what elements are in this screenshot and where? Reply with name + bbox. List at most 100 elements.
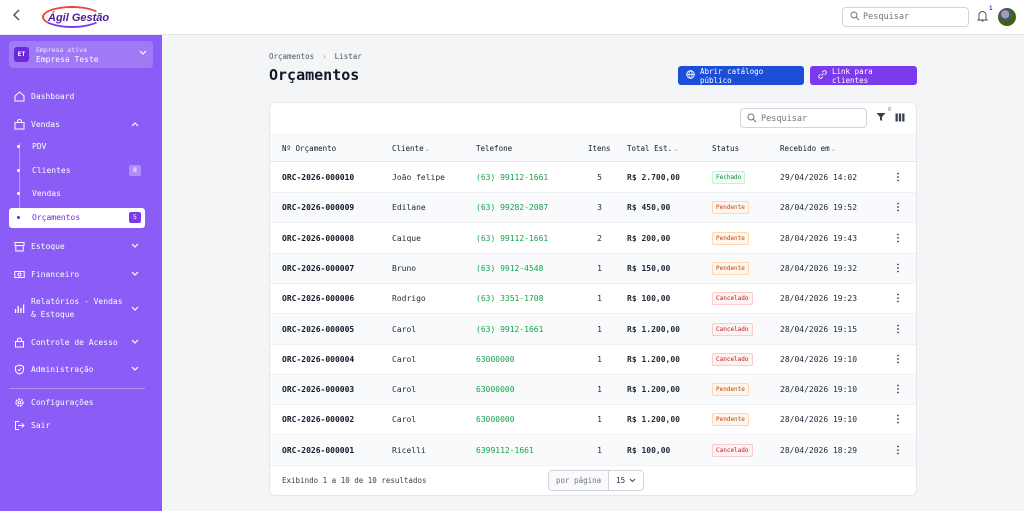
sidebar-subitem-pdv[interactable]: PDV [9, 137, 145, 157]
breadcrumb-item-orcamentos[interactable]: Orçamentos [269, 52, 314, 61]
cell-cliente: Carol [392, 385, 417, 395]
status-badge: Cancelado [712, 292, 753, 306]
column-header-status: Status [712, 144, 740, 153]
company-label: Empresa ativa [36, 46, 87, 54]
company-selector[interactable]: ET Empresa ativa Empresa Teste [9, 41, 153, 68]
table-row[interactable]: ORC-2026-000003 Carol 63000000 1 R$ 1.200,00… [270, 375, 916, 406]
sort-icon: ⌵ [674, 146, 678, 153]
bell-icon[interactable] [976, 10, 989, 25]
bullet-icon [17, 192, 20, 195]
sidebar-subitem-orcamentos[interactable]: Orçamentos 5 [9, 208, 145, 228]
cell-recebido: 28/04/2026 19:15 [780, 324, 858, 334]
cell-telefone[interactable]: (63) 99282-2087 [476, 203, 548, 212]
cell-total: R$ 100,00 [627, 294, 671, 304]
cell-total: R$ 450,00 [627, 203, 671, 213]
more-vertical-icon[interactable] [896, 293, 900, 305]
sidebar-item-label: Dashboard [31, 91, 75, 101]
table-row[interactable]: ORC-2026-000005 Carol (63) 9912-1661 1 R$ 1.… [270, 314, 916, 345]
sidebar-subitem-label: Clientes [32, 166, 71, 175]
money-icon [13, 268, 25, 280]
more-vertical-icon[interactable] [896, 445, 900, 457]
table-row[interactable]: ORC-2026-000006 Rodrigo (63) 3351-1708 1 R$ … [270, 284, 916, 315]
status-badge: Cancelado [712, 352, 753, 366]
more-vertical-icon[interactable] [896, 414, 900, 426]
cell-itens: 1 [597, 354, 602, 364]
chevron-down-icon [139, 49, 147, 58]
more-vertical-icon[interactable] [896, 172, 900, 184]
sidebar-item-configuracoes[interactable]: Configurações [9, 392, 153, 412]
sidebar-item-sair[interactable]: Sair [9, 415, 153, 435]
cell-telefone[interactable]: (63) 99112-1661 [476, 173, 548, 182]
sidebar-item-dashboard[interactable]: Dashboard [9, 86, 153, 106]
open-catalog-button[interactable]: Abrir catálogo público [678, 66, 804, 85]
global-search[interactable] [842, 7, 969, 27]
more-vertical-icon[interactable] [896, 354, 900, 366]
cell-recebido: 28/04/2026 19:52 [780, 203, 858, 213]
status-badge: Cancelado [712, 322, 753, 336]
cell-telefone[interactable]: (63) 9912-1661 [476, 325, 543, 334]
table-row[interactable]: ORC-2026-000008 Caique (63) 99112-1661 2 R$ … [270, 224, 916, 254]
cell-telefone[interactable]: 63000000 [476, 415, 515, 424]
more-vertical-icon[interactable] [896, 202, 900, 214]
sidebar: ET Empresa ativa Empresa Teste Dashboard… [0, 35, 162, 511]
more-vertical-icon[interactable] [896, 263, 900, 275]
globe-icon [686, 70, 695, 81]
bar-chart-icon [13, 302, 25, 314]
notification-count: 1 [989, 5, 993, 12]
app-logo[interactable]: Ágil Gestão [42, 5, 109, 30]
table-row[interactable]: ORC-2026-000009 Edilane (63) 99282-2087 3 R$… [270, 193, 916, 224]
sidebar-item-controle-acesso[interactable]: Controle de Acesso [9, 332, 153, 352]
table-row[interactable]: ORC-2026-000004 Carol 63000000 1 R$ 1.200,00… [270, 345, 916, 375]
sidebar-item-vendas[interactable]: Vendas [9, 114, 153, 134]
more-vertical-icon[interactable] [896, 324, 900, 336]
column-header-total[interactable]: Total Est. ⌵ [627, 144, 678, 153]
cell-recebido: 28/04/2026 19:10 [780, 415, 858, 425]
sidebar-subitem-label: Vendas [32, 189, 61, 198]
table-row[interactable]: ORC-2026-000010 João felipe (63) 99112-166… [270, 163, 916, 193]
global-search-input[interactable] [863, 10, 963, 24]
cell-itens: 1 [597, 324, 602, 334]
cell-numero: ORC-2026-000004 [282, 354, 355, 364]
cell-telefone[interactable]: (63) 3351-1708 [476, 294, 543, 303]
table-search[interactable] [740, 108, 867, 128]
breadcrumb-item-listar: Listar [334, 52, 362, 61]
cell-cliente: Bruno [392, 263, 417, 273]
sidebar-item-estoque[interactable]: Estoque [9, 236, 153, 256]
more-vertical-icon[interactable] [896, 384, 900, 396]
table-row[interactable]: ORC-2026-000001 Ricelli 6399112-1661 1 R$ 10… [270, 435, 916, 466]
link-icon [818, 70, 827, 81]
sidebar-item-relatorios[interactable]: Relatórios - Vendas & Estoque [9, 293, 153, 323]
cell-numero: ORC-2026-000010 [282, 173, 355, 182]
open-catalog-label: Abrir catálogo público [700, 66, 764, 85]
sidebar-item-financeiro[interactable]: Financeiro [9, 264, 153, 284]
chevron-down-icon [629, 476, 636, 485]
column-header-cliente[interactable]: Cliente ⌵ [392, 144, 429, 153]
sidebar-item-administracao[interactable]: Administração [9, 359, 153, 379]
cell-telefone[interactable]: 63000000 [476, 355, 515, 364]
per-page-select[interactable]: 15 [609, 471, 643, 490]
cell-telefone[interactable]: (63) 99112-1661 [476, 234, 548, 243]
more-vertical-icon[interactable] [896, 233, 900, 245]
per-page-selector[interactable]: por página 15 [548, 470, 645, 491]
table-header: Nº Orçamento Cliente ⌵ Telefone Itens Tot… [270, 134, 916, 162]
status-badge: Pendente [712, 383, 749, 397]
table-row[interactable]: ORC-2026-000007 Bruno (63) 9912-4548 1 R$ 15… [270, 253, 916, 284]
filter-icon[interactable] [876, 112, 886, 125]
avatar[interactable] [998, 8, 1016, 26]
columns-icon[interactable] [895, 113, 905, 125]
cell-telefone[interactable]: 63000000 [476, 385, 515, 394]
sidebar-subitem-vendas[interactable]: Vendas [9, 184, 145, 204]
cell-telefone[interactable]: 6399112-1661 [476, 446, 534, 455]
table-row[interactable]: ORC-2026-000002 Carol 63000000 1 R$ 1.200,00… [270, 405, 916, 436]
cell-telefone[interactable]: (63) 9912-4548 [476, 264, 543, 273]
sidebar-item-label: Configurações [31, 397, 94, 407]
sidebar-subitem-clientes[interactable]: Clientes 8 [9, 161, 145, 181]
box-icon [13, 240, 25, 252]
column-header-recebido[interactable]: Recebido em ⌵ [780, 144, 835, 153]
client-link-button[interactable]: Link para clientes [810, 66, 917, 85]
back-arrow-icon[interactable] [12, 9, 26, 25]
cell-numero: ORC-2026-000008 [282, 233, 355, 243]
table-search-input[interactable] [761, 112, 861, 125]
cell-recebido: 28/04/2026 18:29 [780, 445, 858, 455]
cell-recebido: 28/04/2026 19:43 [780, 233, 858, 243]
